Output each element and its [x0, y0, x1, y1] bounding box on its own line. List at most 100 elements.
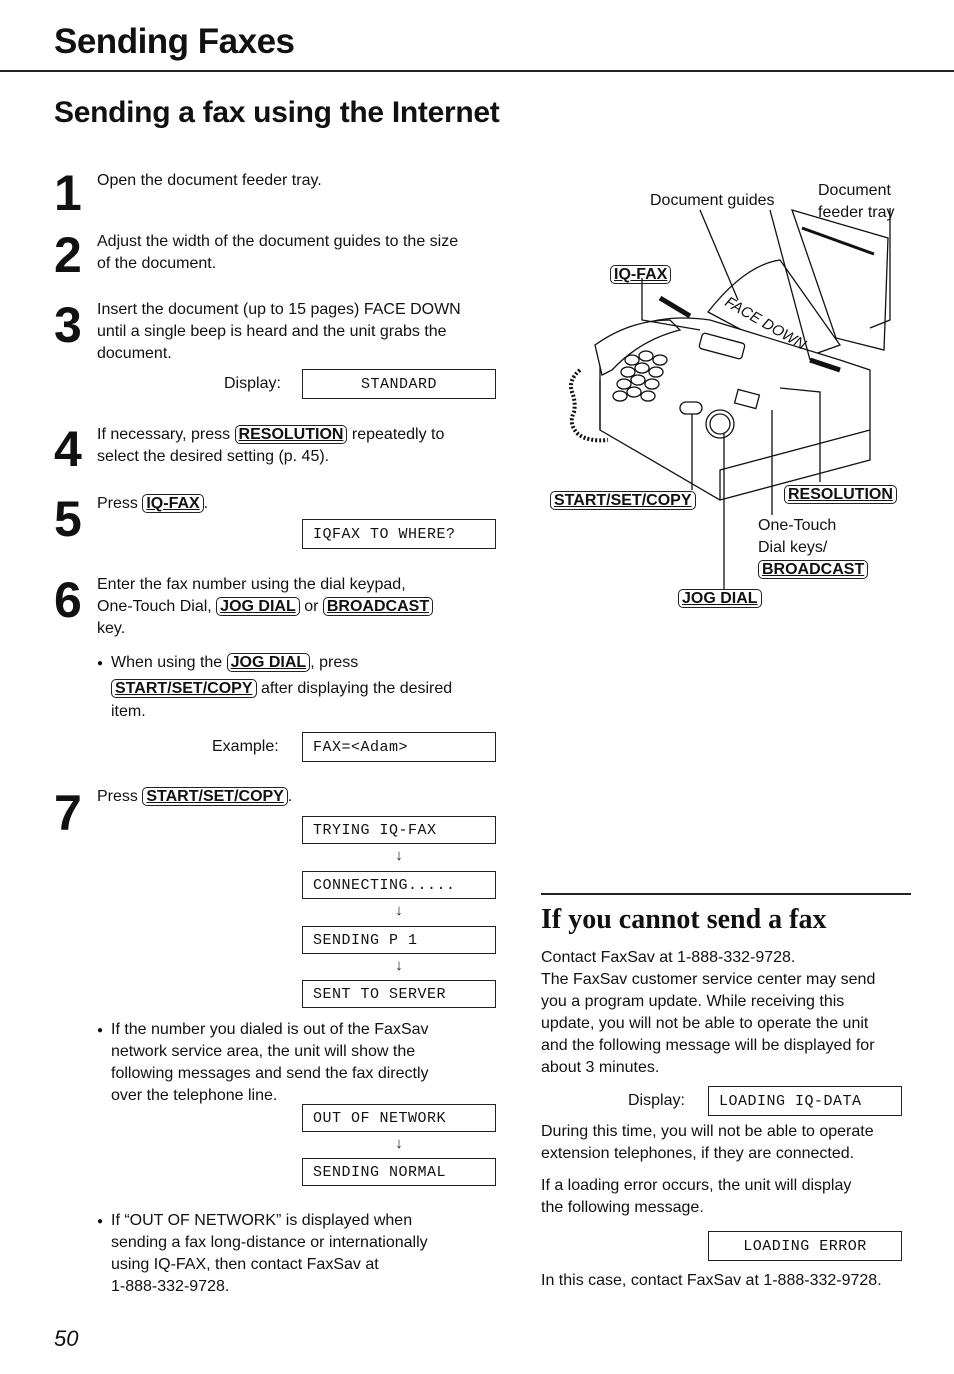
text-line: the following message.: [541, 1199, 704, 1216]
start-set-copy-key: START/SET/COPY: [550, 491, 696, 510]
text: .: [203, 495, 209, 512]
down-arrow-icon: ↓: [395, 1135, 403, 1152]
text-line: key.: [97, 620, 126, 637]
down-arrow-icon: ↓: [395, 847, 403, 864]
jog-dial-key: JOG DIAL: [678, 589, 762, 608]
lcd-display: CONNECTING.....: [302, 871, 496, 899]
step-number: 3: [54, 297, 82, 353]
broadcast-key: BROADCAST: [758, 560, 869, 579]
title-divider: [0, 70, 954, 72]
iq-fax-key: IQ-FAX: [610, 265, 672, 284]
text: repeatedly to: [351, 426, 445, 443]
step-text: Open the document feeder tray.: [97, 172, 322, 189]
text-line: Document: [818, 182, 891, 199]
step-number: 6: [54, 572, 82, 628]
text: or: [304, 598, 319, 615]
page-number: 50: [54, 1326, 79, 1351]
lcd-display: TRYING IQ-FAX: [302, 816, 496, 844]
page-title: Sending Faxes: [54, 22, 295, 61]
text-line: During this time, you will not be able t…: [541, 1123, 874, 1140]
lcd-display: FAX=<Adam>: [302, 732, 496, 762]
text-line: and the following message will be displa…: [541, 1037, 875, 1054]
text-line: Adjust the width of the document guides …: [97, 233, 459, 250]
bullet-note: If the number you dialed is out of the F…: [97, 1019, 429, 1107]
step-text: Insert the document (up to 15 pages) FAC…: [97, 299, 461, 365]
text-line: Contact FaxSav at 1-888-332-9728.: [541, 949, 796, 966]
start-set-copy-key: START/SET/COPY: [142, 787, 288, 806]
lcd-display: STANDARD: [302, 369, 496, 399]
bullet-note: If “OUT OF NETWORK” is displayed when se…: [97, 1210, 428, 1298]
text-line: about 3 minutes.: [541, 1059, 660, 1076]
section-title: Sending a fax using the Internet: [54, 96, 500, 129]
text-line: sending a fax long-distance or internati…: [111, 1234, 428, 1251]
jog-dial-key: JOG DIAL: [216, 597, 300, 616]
down-arrow-icon: ↓: [395, 957, 403, 974]
text: .: [287, 788, 293, 805]
text-line: One-Touch: [758, 517, 837, 534]
display-label: Display:: [628, 1092, 685, 1109]
bullet-note: When using the JOG DIAL, press START/SET…: [97, 650, 511, 722]
lcd-display: LOADING ERROR: [708, 1231, 902, 1261]
one-touch-label: One-Touch Dial keys/ BROADCAST: [758, 515, 869, 581]
paragraph: If a loading error occurs, the unit will…: [541, 1175, 851, 1219]
example-label: Example:: [212, 738, 279, 755]
paragraph: During this time, you will not be able t…: [541, 1121, 874, 1165]
step-number: 4: [54, 421, 82, 477]
document-feeder-tray-label: Document feeder tray: [818, 180, 894, 224]
step-number: 1: [54, 165, 82, 221]
text: If necessary, press: [97, 426, 231, 443]
text-line: 1-888-332-9728.: [111, 1278, 230, 1295]
step-text: Adjust the width of the document guides …: [97, 231, 458, 275]
text-line: update, you will not be able to operate …: [541, 1015, 869, 1032]
text-line: Enter the fax number using the dial keyp…: [97, 576, 406, 593]
step-number: 7: [54, 785, 82, 841]
step-number: 5: [54, 491, 82, 547]
start-set-copy-key: START/SET/COPY: [111, 679, 257, 698]
text: One-Touch Dial,: [97, 598, 212, 615]
resolution-key: RESOLUTION: [234, 425, 348, 444]
text-line: following messages and send the fax dire…: [111, 1065, 429, 1082]
text-line: extension telephones, if they are connec…: [541, 1145, 855, 1162]
section-heading: If you cannot send a fax: [541, 904, 827, 935]
step-text: If necessary, press RESOLUTION repeatedl…: [97, 424, 444, 468]
text-line: using IQ-FAX, then contact FaxSav at: [111, 1256, 379, 1273]
text-line: If the number you dialed is out of the F…: [111, 1021, 429, 1038]
lcd-display: LOADING IQ-DATA: [708, 1086, 902, 1116]
text-line: you a program update. While receiving th…: [541, 993, 845, 1010]
section-divider: [541, 893, 911, 895]
text: Press: [97, 495, 138, 512]
text: Press: [97, 788, 138, 805]
text-line: of the document.: [97, 255, 217, 272]
text-line: network service area, the unit will show…: [111, 1043, 416, 1060]
lcd-display: SENT TO SERVER: [302, 980, 496, 1008]
lcd-display: OUT OF NETWORK: [302, 1104, 496, 1132]
fax-machine-illustration: [569, 208, 891, 590]
display-label: Display:: [224, 375, 281, 392]
text-line: If “OUT OF NETWORK” is displayed when: [111, 1212, 413, 1229]
down-arrow-icon: ↓: [395, 902, 403, 919]
step-text: Press START/SET/COPY.: [97, 786, 292, 808]
iq-fax-key: IQ-FAX: [142, 494, 204, 513]
text: , press: [310, 654, 359, 671]
fax-machine-figure: Document guides Document feeder tray FAC…: [540, 170, 954, 620]
jog-dial-key: JOG DIAL: [226, 653, 311, 672]
broadcast-key: BROADCAST: [322, 597, 434, 616]
lcd-display: IQFAX TO WHERE?: [302, 519, 496, 549]
text-line: Insert the document (up to 15 pages) FAC…: [97, 301, 461, 318]
document-guides-label: Document guides: [650, 192, 775, 209]
text-line: The FaxSav customer service center may s…: [541, 971, 876, 988]
text-line: select the desired setting (p. 45).: [97, 448, 330, 465]
text-line: feeder tray: [818, 204, 895, 221]
text: after displaying the desired: [260, 680, 453, 697]
text-line: If a loading error occurs, the unit will…: [541, 1177, 852, 1194]
text-line: until a single beep is heard and the uni…: [97, 323, 447, 340]
text: When using the: [111, 654, 223, 671]
text-line: item.: [111, 703, 146, 720]
step-number: 2: [54, 227, 82, 283]
lcd-display: SENDING P 1: [302, 926, 496, 954]
text-line: document.: [97, 345, 172, 362]
paragraph: Contact FaxSav at 1-888-332-9728. The Fa…: [541, 947, 875, 1079]
lcd-display: SENDING NORMAL: [302, 1158, 496, 1186]
step-text: Enter the fax number using the dial keyp…: [97, 574, 434, 640]
step-text: Press IQ-FAX.: [97, 493, 208, 515]
